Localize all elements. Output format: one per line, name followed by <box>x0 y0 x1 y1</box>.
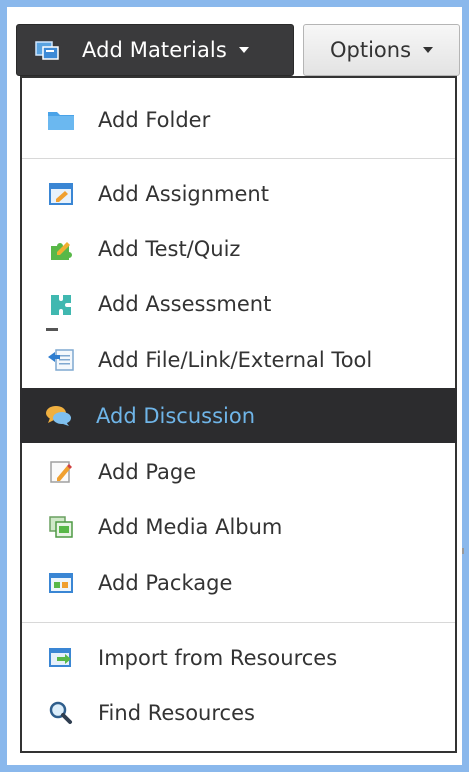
menu-item-label: Add Assessment <box>98 291 272 316</box>
menu-divider <box>22 622 455 623</box>
page-icon <box>45 458 77 486</box>
menu-item-add-discussion[interactable]: Add Discussion <box>20 388 457 443</box>
add-materials-button[interactable]: Add Materials <box>16 24 294 76</box>
menu-item-label: Add File/Link/External Tool <box>98 347 373 372</box>
folder-icon <box>45 106 77 134</box>
add-materials-menu: Add Folder Add Assignment Add Test/Quiz <box>20 76 457 753</box>
chevron-down-icon <box>238 47 249 53</box>
import-icon <box>45 644 77 672</box>
menu-item-add-media-album[interactable]: Add Media Album <box>22 499 455 554</box>
add-materials-icon <box>34 38 60 62</box>
assessment-icon <box>45 290 77 318</box>
menu-item-add-assessment[interactable]: Add Assessment <box>22 276 455 331</box>
menu-item-import-from-resources[interactable]: Import from Resources <box>22 630 455 685</box>
menu-item-label: Add Folder <box>98 107 211 132</box>
options-label: Options <box>329 38 412 62</box>
chevron-down-icon <box>423 47 434 53</box>
assignment-icon <box>45 180 77 208</box>
menu-item-add-folder[interactable]: Add Folder <box>22 92 455 147</box>
menu-item-label: Import from Resources <box>98 645 338 670</box>
menu-item-add-file-link[interactable]: Add File/Link/External Tool <box>22 332 455 387</box>
options-button[interactable]: Options <box>303 24 460 76</box>
menu-item-label: Add Test/Quiz <box>98 236 241 261</box>
menu-item-label: Find Resources <box>98 700 255 725</box>
menu-item-label: Add Media Album <box>98 514 283 539</box>
add-materials-label: Add Materials <box>82 38 227 62</box>
discussion-icon <box>43 402 75 430</box>
menu-item-label: Add Discussion <box>96 403 256 428</box>
menu-item-label: Add Package <box>98 570 233 595</box>
menu-item-label: Add Assignment <box>98 181 269 206</box>
menu-item-add-assignment[interactable]: Add Assignment <box>22 166 455 221</box>
background-scroll-mark <box>462 548 464 554</box>
media-album-icon <box>45 513 77 541</box>
package-icon <box>45 569 77 597</box>
menu-item-add-test-quiz[interactable]: Add Test/Quiz <box>22 221 455 276</box>
file-link-icon <box>45 346 77 374</box>
loading-tick <box>46 328 58 331</box>
menu-item-label: Add Page <box>98 459 197 484</box>
menu-item-add-package[interactable]: Add Package <box>22 555 455 610</box>
search-icon <box>45 699 77 727</box>
test-quiz-icon <box>45 235 77 263</box>
menu-item-add-page[interactable]: Add Page <box>22 444 455 499</box>
menu-divider <box>22 158 455 159</box>
menu-item-find-resources[interactable]: Find Resources <box>22 685 455 740</box>
